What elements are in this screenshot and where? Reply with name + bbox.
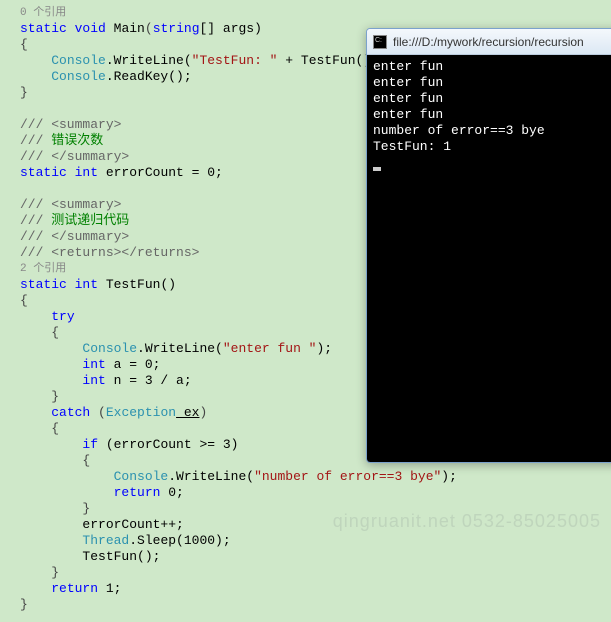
console-cursor	[373, 167, 381, 171]
reference-count: 0 个引用	[20, 5, 611, 21]
console-icon	[373, 35, 387, 49]
console-titlebar[interactable]: file:///D:/mywork/recursion/recursion	[367, 29, 611, 55]
console-output: enter fun enter fun enter fun enter fun …	[367, 55, 611, 462]
console-window[interactable]: file:///D:/mywork/recursion/recursion en…	[366, 28, 611, 463]
console-title: file:///D:/mywork/recursion/recursion	[393, 35, 584, 49]
